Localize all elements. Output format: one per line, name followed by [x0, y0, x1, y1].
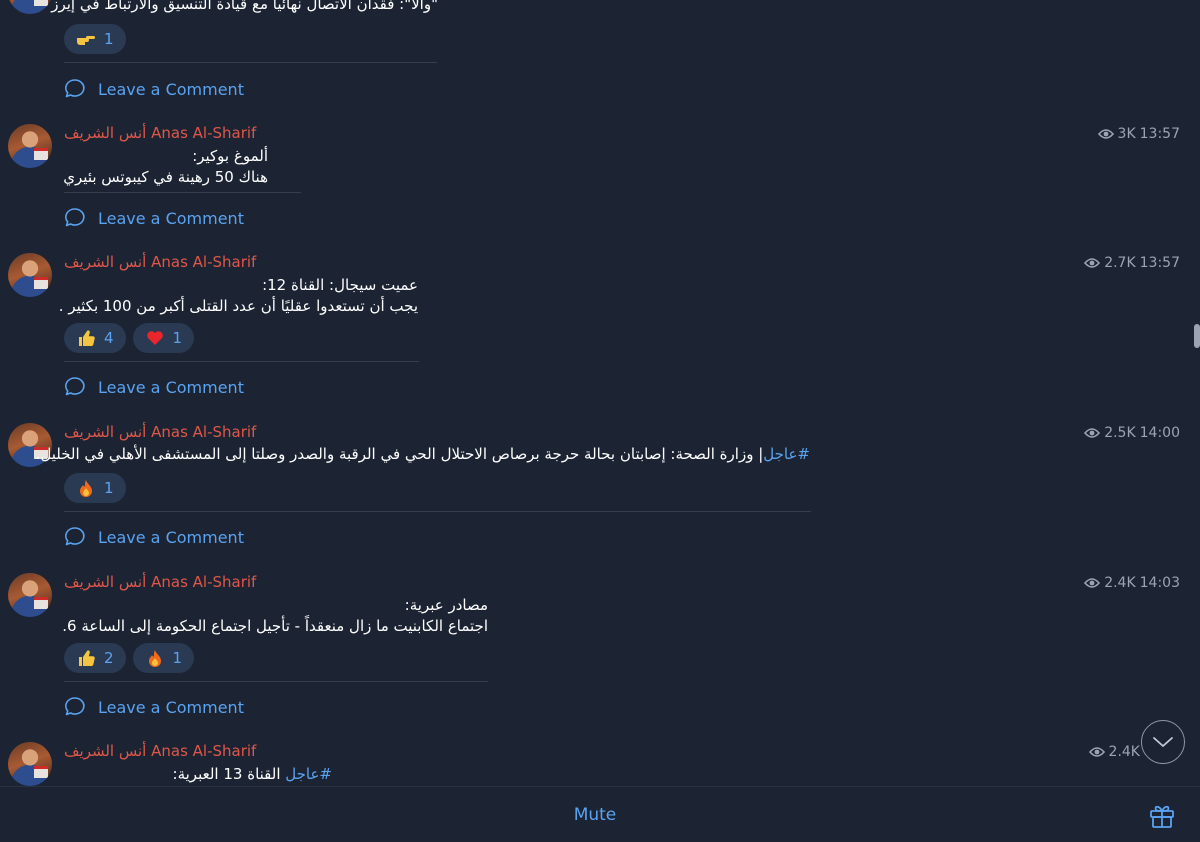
divider	[64, 681, 488, 682]
leave-comment-button[interactable]: Leave a Comment	[64, 207, 244, 229]
fire-icon	[145, 648, 165, 668]
eye-icon	[1084, 578, 1101, 588]
post-meta: 2.7K 13:57	[1084, 255, 1180, 271]
scroll-down-button[interactable]	[1141, 720, 1185, 764]
view-count: 2.4K	[1108, 744, 1140, 760]
reaction-fire[interactable]: 1	[64, 473, 126, 503]
comment-icon	[65, 79, 85, 98]
avatar[interactable]	[8, 253, 52, 297]
post-meta: 2.4K	[1088, 744, 1140, 760]
eye-icon	[1084, 428, 1101, 438]
eye-icon	[1088, 747, 1105, 757]
hashtag-link[interactable]: #عاجل	[285, 765, 332, 783]
post-text: ألموغ بوكير: هناك 50 رهينة في كيبوتس بئي…	[63, 147, 268, 186]
eye-icon	[1097, 129, 1114, 139]
view-count: 2.4K	[1104, 575, 1136, 591]
post-text: عميت سيجال: القناة 12: يجب أن تستعدوا عق…	[58, 276, 418, 315]
mute-button[interactable]: Mute	[560, 805, 630, 825]
post-time: 14:00	[1139, 425, 1180, 441]
view-count: 3K	[1117, 126, 1136, 142]
leave-comment-button[interactable]: Leave a Comment	[64, 376, 244, 398]
avatar[interactable]	[8, 124, 52, 168]
post-text: #عاجل القناة 13 العبرية:	[172, 765, 332, 783]
scrollbar-thumb[interactable]	[1194, 324, 1200, 348]
post-author[interactable]: أنس الشريف Anas Al-Sharif	[64, 742, 256, 760]
reactions: 2 1	[64, 643, 195, 673]
pointing-hand-icon	[76, 29, 96, 49]
fire-icon	[76, 478, 96, 498]
avatar[interactable]	[8, 742, 52, 786]
chevron-down-icon	[1153, 737, 1173, 747]
reaction-fire[interactable]: 1	[132, 643, 195, 673]
bottom-bar: Mute	[0, 786, 1200, 842]
message-feed[interactable]: "والا": فقدان الاتصال نهائيا مع قيادة ال…	[0, 0, 1200, 786]
thumbs-up-icon	[76, 648, 96, 668]
leave-comment-button[interactable]: Leave a Comment	[64, 696, 244, 718]
post-time: 13:57	[1139, 126, 1180, 142]
view-count: 2.7K	[1104, 255, 1136, 271]
post-text: #عاجل| وزارة الصحة: إصابتان بحالة حرجة ب…	[35, 445, 810, 463]
post-text: مصادر عبرية: اجتماع الكابنيت ما زال منعق…	[62, 596, 488, 635]
comment-icon	[65, 208, 85, 227]
divider	[64, 361, 419, 362]
gift-button[interactable]	[1148, 801, 1176, 829]
post-meta: 2.4K 14:03	[1084, 575, 1180, 591]
reaction-pointing-hand[interactable]: 1	[64, 24, 126, 54]
post-author[interactable]: أنس الشريف Anas Al-Sharif	[64, 124, 256, 142]
post-meta: 2.5K 14:00	[1084, 425, 1180, 441]
post-time: 14:03	[1139, 575, 1180, 591]
comment-icon	[65, 377, 85, 396]
reaction-red-heart[interactable]: 1	[132, 323, 195, 353]
reactions: 4 1	[64, 323, 195, 353]
comment-icon	[65, 697, 85, 716]
post-author[interactable]: أنس الشريف Anas Al-Sharif	[64, 423, 256, 441]
thumbs-up-icon	[76, 328, 96, 348]
reaction-thumbs-up[interactable]: 4	[64, 323, 126, 353]
leave-comment-button[interactable]: Leave a Comment	[64, 78, 244, 100]
divider	[64, 62, 437, 63]
avatar[interactable]	[8, 573, 52, 617]
hashtag-link[interactable]: #عاجل	[763, 445, 810, 463]
reaction-thumbs-up[interactable]: 2	[64, 643, 126, 673]
post-text: "والا": فقدان الاتصال نهائيا مع قيادة ال…	[51, 0, 438, 13]
leave-comment-button[interactable]: Leave a Comment	[64, 526, 244, 548]
post-author[interactable]: أنس الشريف Anas Al-Sharif	[64, 253, 256, 271]
divider	[64, 511, 811, 512]
divider	[64, 192, 301, 193]
view-count: 2.5K	[1104, 425, 1136, 441]
red-heart-icon	[145, 328, 165, 348]
gift-icon	[1150, 805, 1174, 828]
post-time: 13:57	[1139, 255, 1180, 271]
post-meta: 3K 13:57	[1097, 126, 1180, 142]
comment-icon	[65, 527, 85, 546]
reactions: 1	[64, 473, 126, 503]
eye-icon	[1084, 258, 1101, 268]
avatar[interactable]	[8, 0, 52, 14]
reactions: 1	[64, 24, 126, 54]
post-author[interactable]: أنس الشريف Anas Al-Sharif	[64, 573, 256, 591]
